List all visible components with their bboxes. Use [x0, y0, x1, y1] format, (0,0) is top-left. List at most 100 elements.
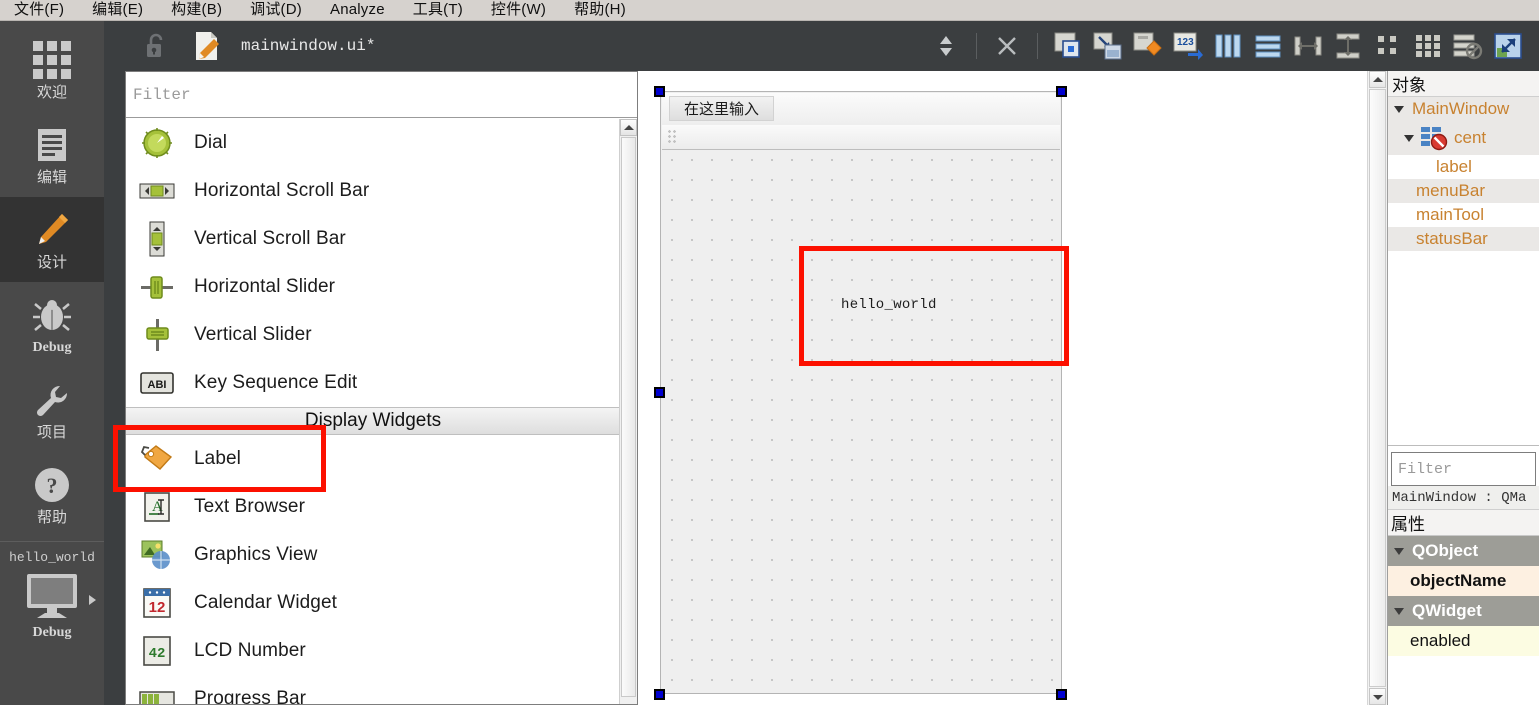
menu-widgets[interactable]: 控件(W): [477, 0, 560, 20]
widget-box-scrollbar[interactable]: [619, 119, 637, 704]
build-config-label: Debug: [32, 625, 72, 640]
menu-debug[interactable]: 调试(D): [236, 0, 316, 20]
menu-edit[interactable]: 编辑(E): [78, 0, 157, 20]
layout-splitter-vertical-icon[interactable]: [1331, 29, 1365, 63]
layout-splitter-horizontal-icon[interactable]: [1291, 29, 1325, 63]
tree-row-label[interactable]: label: [1388, 155, 1539, 179]
up-down-arrows-icon[interactable]: [929, 29, 963, 63]
selection-handle-bottom-left[interactable]: [654, 689, 665, 700]
layout-grid-icon[interactable]: [1371, 29, 1405, 63]
edit-widgets-icon[interactable]: [1051, 29, 1085, 63]
scroll-up-button[interactable]: [1369, 71, 1386, 88]
sidebar-item-design[interactable]: 设计: [0, 197, 104, 282]
widget-item-vertical-slider[interactable]: Vertical Slider: [126, 311, 620, 359]
widget-scroll-up-button[interactable]: [620, 119, 637, 136]
sidebar-item-projects[interactable]: 项目: [0, 367, 104, 452]
wrench-icon: [32, 378, 72, 422]
sidebar-item-debug[interactable]: Debug: [0, 282, 104, 367]
selection-handle-bottom-center[interactable]: [1056, 689, 1067, 700]
widget-item-lcd-number[interactable]: 42 LCD Number: [126, 627, 620, 675]
sidebar-item-edit[interactable]: 编辑: [0, 112, 104, 197]
dock-splitter[interactable]: [1388, 445, 1539, 446]
property-filter-input[interactable]: Filter: [1391, 452, 1536, 486]
property-row-enabled[interactable]: enabled: [1388, 626, 1539, 656]
widget-label-dial: Dial: [194, 132, 228, 153]
label-icon: [138, 442, 176, 476]
widget-item-key-sequence-edit[interactable]: ABI Key Sequence Edit: [126, 359, 620, 407]
widget-item-graphics-view[interactable]: Graphics View: [126, 531, 620, 579]
menu-help[interactable]: 帮助(H): [560, 0, 640, 20]
sidebar-label-debug: Debug: [32, 339, 72, 355]
widget-item-text-browser[interactable]: A Text Browser: [126, 483, 620, 531]
tree-row-statusbar[interactable]: statusBar: [1388, 227, 1539, 251]
scroll-down-button[interactable]: [1369, 688, 1386, 705]
form-label-hello-world[interactable]: hello_world: [841, 297, 937, 313]
tree-row-mainwindow[interactable]: MainWindow: [1388, 97, 1539, 121]
canvas-vertical-scrollbar[interactable]: [1367, 71, 1386, 705]
kit-icon-row[interactable]: [0, 569, 104, 627]
close-x-icon[interactable]: [990, 29, 1024, 63]
sidebar-item-help[interactable]: ? 帮助: [0, 452, 104, 537]
object-inspector-tree[interactable]: MainWindow cent label menuBar mainTool s…: [1388, 97, 1539, 251]
sidebar-item-welcome[interactable]: 欢迎: [0, 27, 104, 112]
widget-box-list[interactable]: Dial Horizontal Scroll Bar Vertical Scro…: [126, 119, 620, 704]
twisty-open-icon-qobject[interactable]: [1394, 547, 1404, 555]
widget-item-horizontal-scroll-bar[interactable]: Horizontal Scroll Bar: [126, 167, 620, 215]
form-main-toolbar[interactable]: [662, 125, 1060, 150]
widget-item-label[interactable]: Label: [126, 435, 620, 483]
property-group-qwidget[interactable]: QWidget: [1388, 596, 1539, 626]
widget-item-dial[interactable]: Dial: [126, 119, 620, 167]
widget-scroll-thumb[interactable]: [621, 137, 636, 697]
widget-category-display-widgets[interactable]: Display Widgets: [126, 407, 620, 435]
edit-buddies-icon[interactable]: [1131, 29, 1165, 63]
menu-build[interactable]: 构建(B): [157, 0, 236, 20]
open-file-name[interactable]: mainwindow.ui*: [241, 37, 375, 55]
central-widget-nolayout-icon: [1420, 125, 1448, 151]
edit-signals-slots-icon[interactable]: [1091, 29, 1125, 63]
horizontal-scrollbar-icon: [138, 174, 176, 208]
toolbar-grip-handle[interactable]: [667, 129, 676, 143]
selection-handle-top-right[interactable]: [1056, 86, 1067, 97]
question-circle-icon: ?: [33, 463, 71, 507]
layout-horizontally-icon[interactable]: [1211, 29, 1245, 63]
selection-handle-top-left[interactable]: [654, 86, 665, 97]
form-central-widget[interactable]: [662, 150, 1060, 683]
widget-item-vertical-scroll-bar[interactable]: Vertical Scroll Bar: [126, 215, 620, 263]
key-sequence-edit-icon: ABI: [138, 366, 176, 400]
object-tree-empty-space: [1388, 251, 1539, 445]
adjust-size-icon[interactable]: [1491, 29, 1525, 63]
layout-vertically-icon[interactable]: [1251, 29, 1285, 63]
edit-tab-order-icon[interactable]: 123: [1171, 29, 1205, 63]
form-menubar[interactable]: 在这里输入: [662, 93, 1060, 126]
twisty-open-icon-2[interactable]: [1404, 134, 1414, 142]
project-kit-selector[interactable]: hello_world Debug: [0, 542, 104, 641]
canvas-scroll-thumb[interactable]: [1369, 89, 1386, 687]
tree-row-menubar[interactable]: menuBar: [1388, 179, 1539, 203]
twisty-open-icon-qwidget[interactable]: [1394, 607, 1404, 615]
widget-box-filter-input[interactable]: Filter: [126, 72, 637, 118]
widget-item-calendar-widget[interactable]: 12 Calendar Widget: [126, 579, 620, 627]
tree-label-label: label: [1436, 157, 1472, 176]
progress-bar-icon: [138, 682, 176, 704]
selection-handle-middle-left[interactable]: [654, 387, 665, 398]
unlocked-padlock-icon[interactable]: [139, 29, 173, 63]
layout-form-icon[interactable]: [1411, 29, 1445, 63]
menubar-type-here[interactable]: 在这里输入: [669, 96, 774, 121]
property-row-objectname[interactable]: objectName: [1388, 566, 1539, 596]
document-pencil-icon[interactable]: [190, 29, 224, 63]
menu-tools[interactable]: 工具(T): [399, 0, 477, 20]
designed-mainwindow-form[interactable]: 在这里输入: [660, 91, 1062, 694]
tree-row-centralwidget[interactable]: cent: [1388, 121, 1539, 155]
tree-row-maintoolbar[interactable]: mainTool: [1388, 203, 1539, 227]
widget-item-progress-bar[interactable]: Progress Bar: [126, 675, 620, 704]
menu-analyze[interactable]: Analyze: [316, 0, 399, 20]
widget-item-horizontal-slider[interactable]: Horizontal Slider: [126, 263, 620, 311]
qt-creator-window: 文件(F) 编辑(E) 构建(B) 调试(D) Analyze 工具(T) 控件…: [0, 0, 1539, 705]
property-group-qobject[interactable]: QObject: [1388, 536, 1539, 566]
form-status-bar[interactable]: [662, 684, 1060, 693]
twisty-open-icon[interactable]: [1394, 105, 1404, 113]
break-layout-icon[interactable]: [1451, 29, 1485, 63]
widget-box-panel: Filter Dial Horizontal Scroll Bar Vertic…: [125, 71, 638, 705]
menu-file[interactable]: 文件(F): [0, 0, 78, 20]
horizontal-slider-icon: [138, 270, 176, 304]
